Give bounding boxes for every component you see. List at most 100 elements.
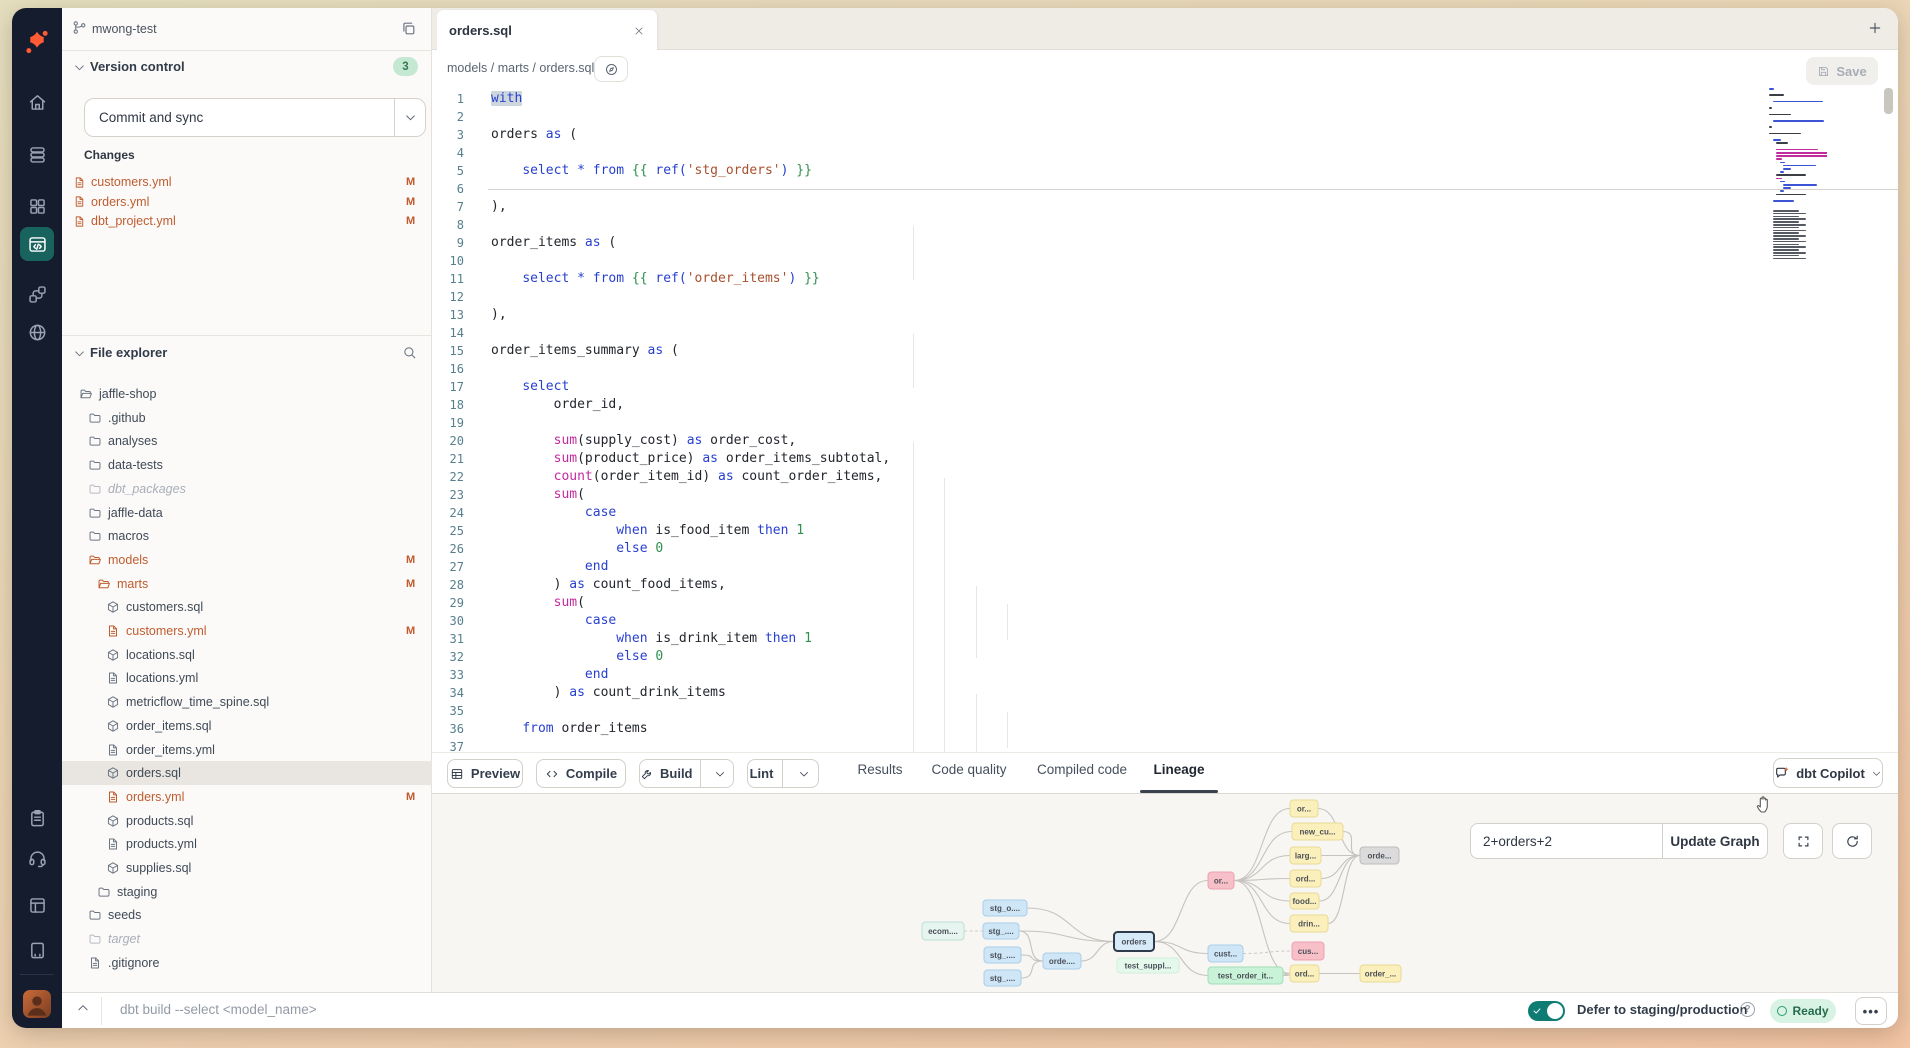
rail-clipboard-icon[interactable]	[20, 801, 54, 835]
lineage-node-stg3[interactable]: stg_....	[984, 947, 1021, 963]
lint-dropdown-chevron[interactable]	[790, 760, 818, 787]
code-line-19[interactable]: 19	[432, 414, 1898, 432]
commit-and-sync-button[interactable]: Commit and sync	[84, 98, 426, 137]
lineage-node-y8[interactable]: order_...	[1360, 965, 1401, 982]
tree-item-jaffle-shop[interactable]: jaffle-shop	[62, 382, 432, 406]
lint-button[interactable]: Lint	[747, 759, 819, 788]
changed-file-orders.yml[interactable]: orders.ymlM	[72, 192, 422, 212]
tree-item-metricflow_time_spine.sql[interactable]: metricflow_time_spine.sql	[62, 690, 432, 714]
lineage-node-stg2[interactable]: stg_....	[983, 923, 1019, 939]
code-line-7[interactable]: 7),	[432, 198, 1898, 216]
tab-lineage[interactable]: Lineage	[1151, 762, 1207, 777]
more-options-button[interactable]: •••	[1855, 997, 1887, 1025]
code-line-5[interactable]: 5 select * from {{ ref('stg_orders') }}	[432, 162, 1898, 180]
defer-toggle[interactable]	[1528, 1001, 1565, 1021]
lineage-node-ordeA[interactable]: orde....	[1043, 953, 1081, 969]
chevron-down-icon[interactable]	[73, 347, 86, 365]
code-line-30[interactable]: 30 case	[432, 612, 1898, 630]
ready-status-badge[interactable]: Ready	[1770, 999, 1836, 1023]
lineage-node-y6[interactable]: drin...	[1290, 915, 1328, 932]
lineage-node-stg4[interactable]: stg_....	[984, 970, 1021, 986]
changed-file-dbt_project.yml[interactable]: dbt_project.ymlM	[72, 211, 422, 231]
rail-grid-icon[interactable]	[20, 189, 54, 223]
code-line-8[interactable]: 8	[432, 216, 1898, 234]
code-line-34[interactable]: 34 ) as count_drink_items	[432, 684, 1898, 702]
build-dropdown-chevron[interactable]	[707, 760, 733, 787]
code-line-12[interactable]: 12	[432, 288, 1898, 306]
code-line-4[interactable]: 4	[432, 144, 1898, 162]
tab-orders-sql[interactable]: orders.sql	[437, 10, 657, 51]
command-input[interactable]: dbt build --select <model_name>	[120, 1002, 317, 1017]
tree-item-customers.yml[interactable]: customers.ymlM	[62, 619, 432, 643]
lineage-panel[interactable]: ecom....stg_o....stg_....stg_....stg_...…	[432, 794, 1898, 992]
code-line-6[interactable]: 6	[432, 180, 1898, 198]
code-line-31[interactable]: 31 when is_drink_item then 1	[432, 630, 1898, 648]
tree-item-jaffle-data[interactable]: jaffle-data	[62, 501, 432, 525]
tree-item-seeds[interactable]: seeds	[62, 903, 432, 927]
tab-code-quality[interactable]: Code quality	[928, 762, 1010, 777]
code-line-33[interactable]: 33 end	[432, 666, 1898, 684]
code-line-2[interactable]: 2	[432, 108, 1898, 126]
lineage-node-ghost[interactable]: test_suppl...	[1117, 958, 1179, 973]
search-icon[interactable]	[402, 345, 417, 365]
lineage-node-y5[interactable]: food...	[1290, 893, 1319, 909]
tree-item-orders.yml[interactable]: orders.ymlM	[62, 785, 432, 809]
compass-icon[interactable]	[594, 56, 628, 82]
tree-item-dbt_packages[interactable]: dbt_packages	[62, 477, 432, 501]
scrollbar-thumb[interactable]	[1884, 88, 1893, 114]
lineage-node-hub[interactable]: or...	[1208, 872, 1234, 889]
dbt-copilot-button[interactable]: dbt Copilot	[1773, 758, 1883, 788]
lineage-node-orders[interactable]: orders	[1114, 932, 1154, 951]
code-editor[interactable]: 1with23orders as (45 select * from {{ re…	[432, 88, 1898, 752]
lineage-node-y4[interactable]: ord...	[1290, 870, 1321, 887]
tree-item-target[interactable]: target	[62, 927, 432, 951]
tree-item-staging[interactable]: staging	[62, 880, 432, 904]
help-icon[interactable]: ?	[1740, 1002, 1755, 1017]
code-line-17[interactable]: 17 select	[432, 378, 1898, 396]
code-line-1[interactable]: 1with	[432, 90, 1898, 108]
code-line-23[interactable]: 23 sum(	[432, 486, 1898, 504]
code-line-3[interactable]: 3orders as (	[432, 126, 1898, 144]
rail-stack-icon[interactable]	[20, 137, 54, 171]
code-line-13[interactable]: 13),	[432, 306, 1898, 324]
version-control-title[interactable]: Version control	[90, 59, 185, 74]
lineage-node-testoi[interactable]: test_order_it...	[1208, 967, 1283, 984]
code-line-24[interactable]: 24 case	[432, 504, 1898, 522]
code-line-32[interactable]: 32 else 0	[432, 648, 1898, 666]
lineage-node-cusp[interactable]: cus...	[1292, 942, 1324, 960]
save-button[interactable]: Save	[1806, 57, 1878, 85]
code-line-11[interactable]: 11 select * from {{ ref('order_items') }…	[432, 270, 1898, 288]
rail-dbt-logo[interactable]	[20, 25, 54, 59]
rail-globe-icon[interactable]	[20, 315, 54, 349]
lineage-node-y7[interactable]: ord...	[1290, 965, 1319, 982]
new-tab-plus-icon[interactable]	[1867, 20, 1883, 36]
tree-item-order_items.sql[interactable]: order_items.sql	[62, 714, 432, 738]
tree-item-products.sql[interactable]: products.sql	[62, 809, 432, 833]
lineage-node-y1[interactable]: or...	[1290, 800, 1318, 817]
fullscreen-icon[interactable]	[1783, 823, 1823, 859]
code-line-26[interactable]: 26 else 0	[432, 540, 1898, 558]
rail-branch-network-icon[interactable]	[20, 277, 54, 311]
rail-home-icon[interactable]	[20, 85, 54, 119]
code-line-22[interactable]: 22 count(order_item_id) as count_order_i…	[432, 468, 1898, 486]
code-line-35[interactable]: 35	[432, 702, 1898, 720]
tree-item-customers.sql[interactable]: customers.sql	[62, 595, 432, 619]
rail-headset-icon[interactable]	[20, 841, 54, 875]
close-icon[interactable]	[633, 25, 645, 37]
tree-item-order_items.yml[interactable]: order_items.yml	[62, 738, 432, 762]
tree-item-models[interactable]: modelsM	[62, 548, 432, 572]
code-line-21[interactable]: 21 sum(product_price) as order_items_sub…	[432, 450, 1898, 468]
code-line-36[interactable]: 36 from order_items	[432, 720, 1898, 738]
minimap[interactable]	[1765, 88, 1827, 260]
lineage-node-y2[interactable]: new_cu...	[1292, 823, 1343, 840]
copy-icon[interactable]	[400, 20, 417, 42]
code-line-18[interactable]: 18 order_id,	[432, 396, 1898, 414]
code-line-16[interactable]: 16	[432, 360, 1898, 378]
lineage-node-cust[interactable]: cust...	[1208, 945, 1243, 962]
code-line-14[interactable]: 14	[432, 324, 1898, 342]
tree-item-analyses[interactable]: analyses	[62, 429, 432, 453]
avatar[interactable]	[23, 990, 51, 1018]
tree-item-data-tests[interactable]: data-tests	[62, 453, 432, 477]
code-line-9[interactable]: 9order_items as (	[432, 234, 1898, 252]
tree-item-.github[interactable]: .github	[62, 406, 432, 430]
